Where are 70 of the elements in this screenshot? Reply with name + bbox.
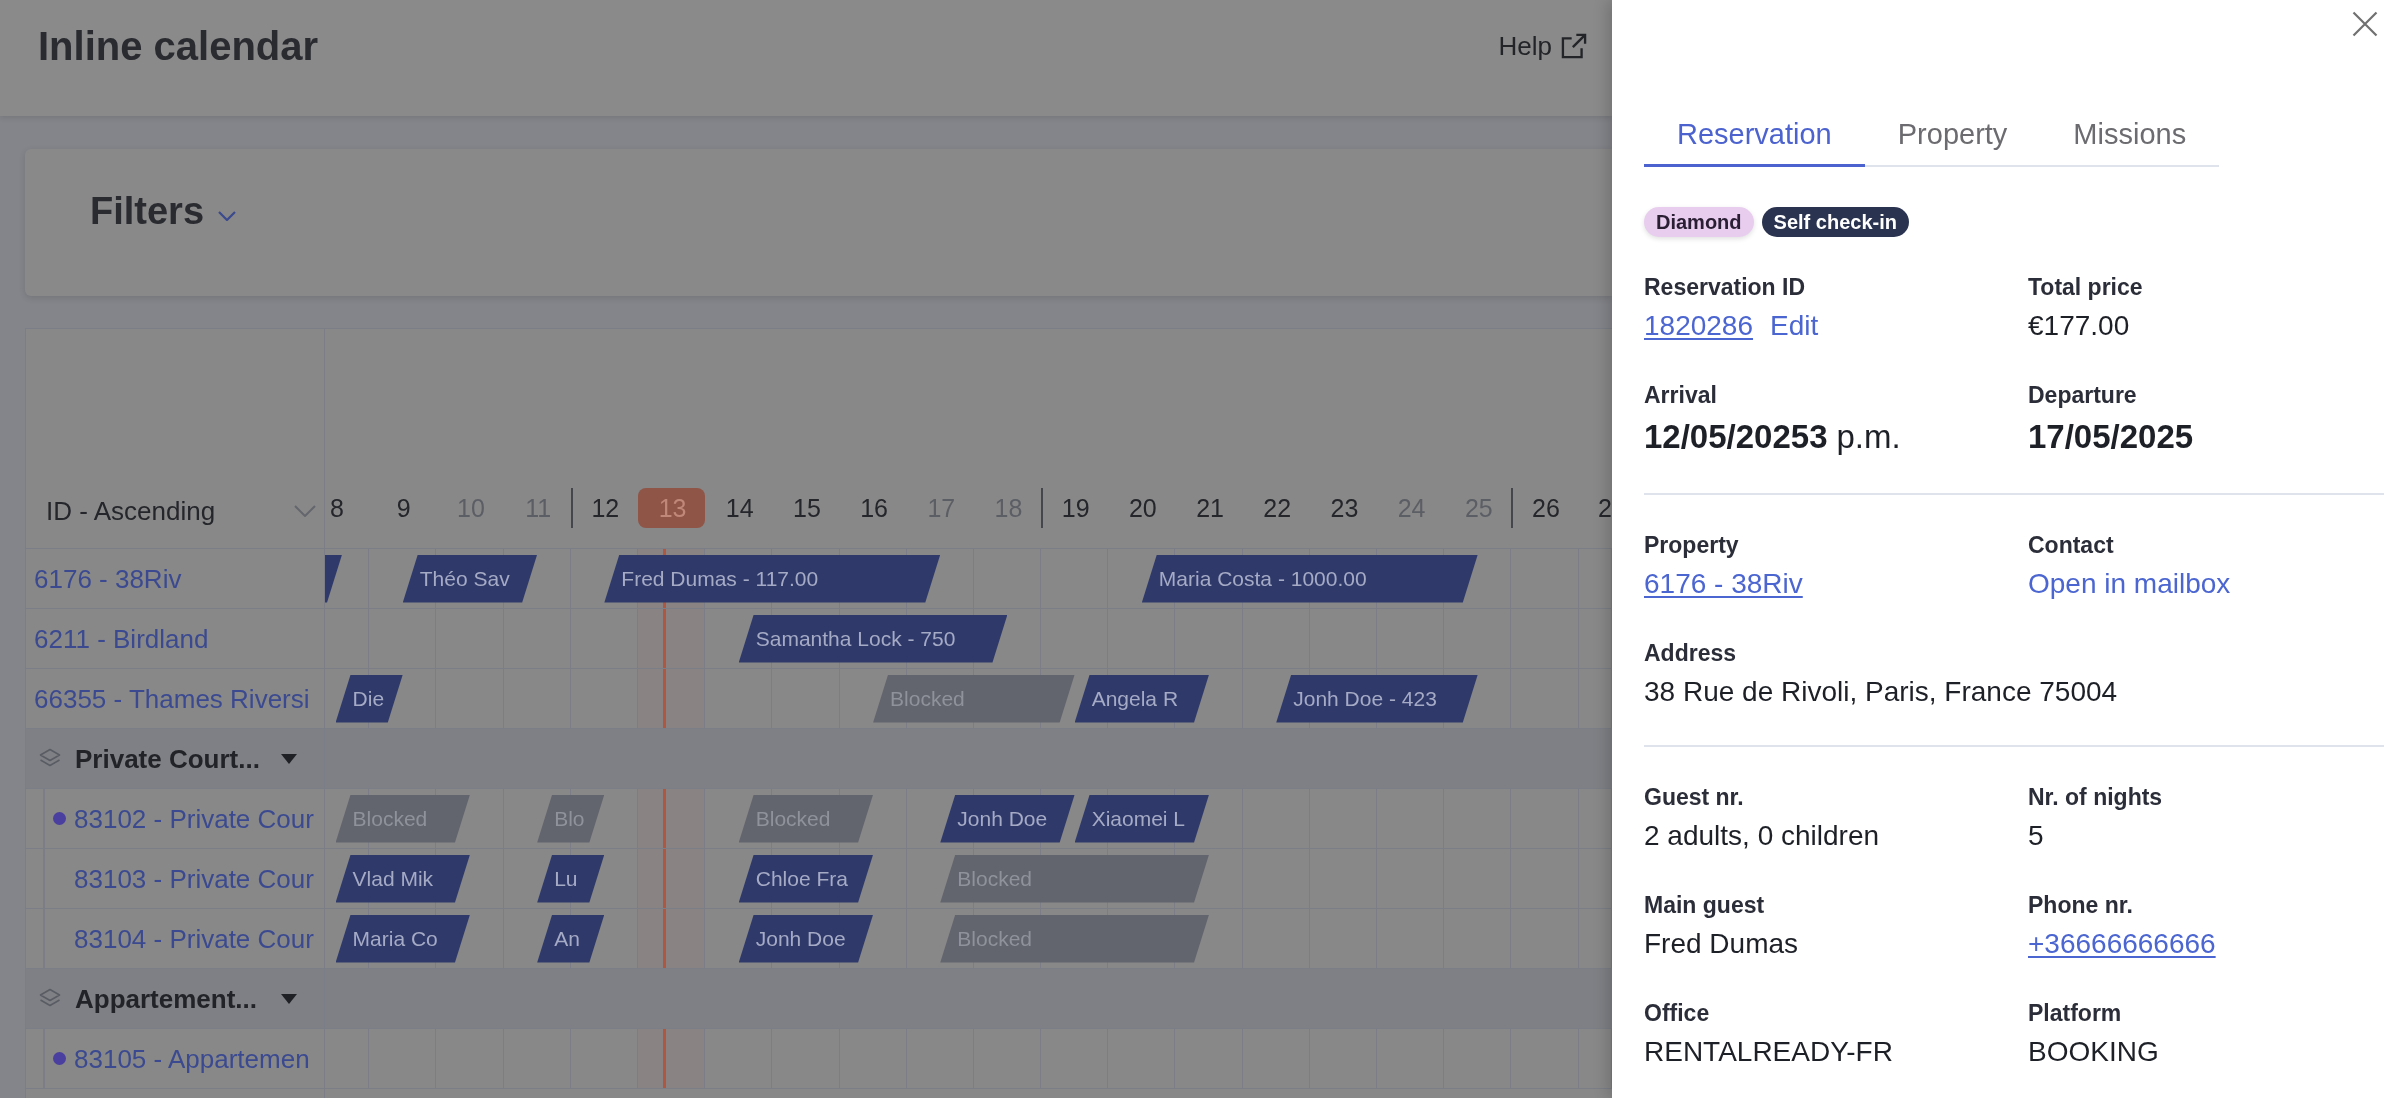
reservation-bar[interactable]: Vlad Mik xyxy=(335,854,470,903)
field-label: Nr. of nights xyxy=(2028,785,2163,809)
reservation-bar[interactable]: Jonh Doe - 423 xyxy=(1276,674,1478,723)
field-value: BOOKING xyxy=(2028,1037,2159,1067)
tab[interactable]: Reservation xyxy=(1644,102,1865,167)
tab[interactable]: Missions xyxy=(2040,102,2220,167)
reservation-bar[interactable]: An xyxy=(537,914,605,963)
day-header: 8 xyxy=(329,492,345,524)
field-label: Total price xyxy=(2028,275,2143,299)
field-value: 5 xyxy=(2028,821,2044,851)
day-header: 2 xyxy=(1597,492,1612,524)
field-label: Property xyxy=(1644,533,1739,557)
edit-link[interactable]: Edit xyxy=(1770,311,1819,341)
group-name: Appartement... xyxy=(75,982,258,1015)
group-name: Private Court... xyxy=(75,742,260,775)
reservation-bar[interactable]: Fred Dumas - 117.00 xyxy=(604,554,941,603)
field-value: €177.00 xyxy=(2028,311,2130,341)
tab[interactable]: Property xyxy=(1864,102,2041,167)
day-header: 14 xyxy=(724,492,755,524)
field-value: 38 Rue de Rivoli, Paris, France 75004 xyxy=(1644,677,2118,707)
field-label: Departure xyxy=(2028,383,2137,407)
reservation-bar[interactable]: Maria Costa - 1000.00 xyxy=(1141,554,1478,603)
filters-toggle[interactable]: Filters xyxy=(90,187,237,234)
field-link[interactable]: 6176 - 38Riv xyxy=(1644,569,1803,599)
close-icon xyxy=(2352,11,2378,37)
day-header: 22 xyxy=(1262,492,1293,524)
field-label: Main guest xyxy=(1644,893,1765,917)
tag: Diamond xyxy=(1644,207,1754,237)
field-label: Platform xyxy=(2028,1001,2122,1025)
field-value: Fred Dumas xyxy=(1644,929,1799,959)
day-header: 15 xyxy=(792,492,822,524)
reservation-bar[interactable]: Lu xyxy=(537,854,605,903)
date-value: 17/05/2025 xyxy=(2028,419,2194,455)
reservation-bar[interactable]: Samantha Lock - 750 xyxy=(738,614,1008,663)
day-header: 21 xyxy=(1195,492,1225,524)
field-link[interactable]: +36666666666 xyxy=(2028,929,2216,959)
day-header: 26 xyxy=(1511,488,1579,528)
field-label: Guest nr. xyxy=(1644,785,1744,809)
page-title: Inline calendar xyxy=(38,23,319,69)
reservation-bar[interactable]: Angela R xyxy=(1074,674,1210,723)
help-link[interactable]: Help xyxy=(1498,30,1588,62)
field-label: Office xyxy=(1644,1001,1710,1025)
field-value: RENTALREADY-FR xyxy=(1644,1037,1893,1067)
field-value: 2 adults, 0 children xyxy=(1644,821,1880,851)
field-label: Arrival xyxy=(1644,383,1717,407)
time-value: p.m. xyxy=(1836,419,1901,455)
reservation-bar[interactable]: Maria Co xyxy=(335,914,470,963)
reservation-bar[interactable]: Die xyxy=(335,674,403,723)
reservation-bar[interactable]: Jonh Doe xyxy=(738,914,874,963)
day-header: 23 xyxy=(1329,492,1360,524)
sort-dropdown[interactable]: ID - Ascending xyxy=(46,495,316,527)
field-label: Reservation ID xyxy=(1644,275,1806,299)
day-header: 16 xyxy=(859,492,889,524)
chevron-down-icon xyxy=(294,505,316,517)
reservation-bar[interactable]: Jonh Doe xyxy=(940,794,1075,843)
reservation-bar[interactable]: Théo Sav xyxy=(402,554,538,603)
date-value: 12/05/20253 xyxy=(1644,419,1828,455)
action-link[interactable]: Open in mailbox xyxy=(2028,569,2231,599)
field-label: Contact xyxy=(2028,533,2114,557)
field-label: Address xyxy=(1644,641,1737,665)
reservation-bar[interactable]: Xiaomei L xyxy=(1074,794,1210,843)
field-label: Phone nr. xyxy=(2028,893,2133,917)
day-header: 20 xyxy=(1127,492,1158,524)
tag: Self check-in xyxy=(1761,207,1909,237)
day-header: 9 xyxy=(395,492,412,524)
field-link[interactable]: 1820286 xyxy=(1644,311,1753,341)
reservation-bar[interactable]: Chloe Fra xyxy=(738,854,874,903)
external-link-icon xyxy=(1560,32,1588,60)
day-header: 19 xyxy=(1041,488,1109,528)
close-button[interactable] xyxy=(2352,11,2378,37)
